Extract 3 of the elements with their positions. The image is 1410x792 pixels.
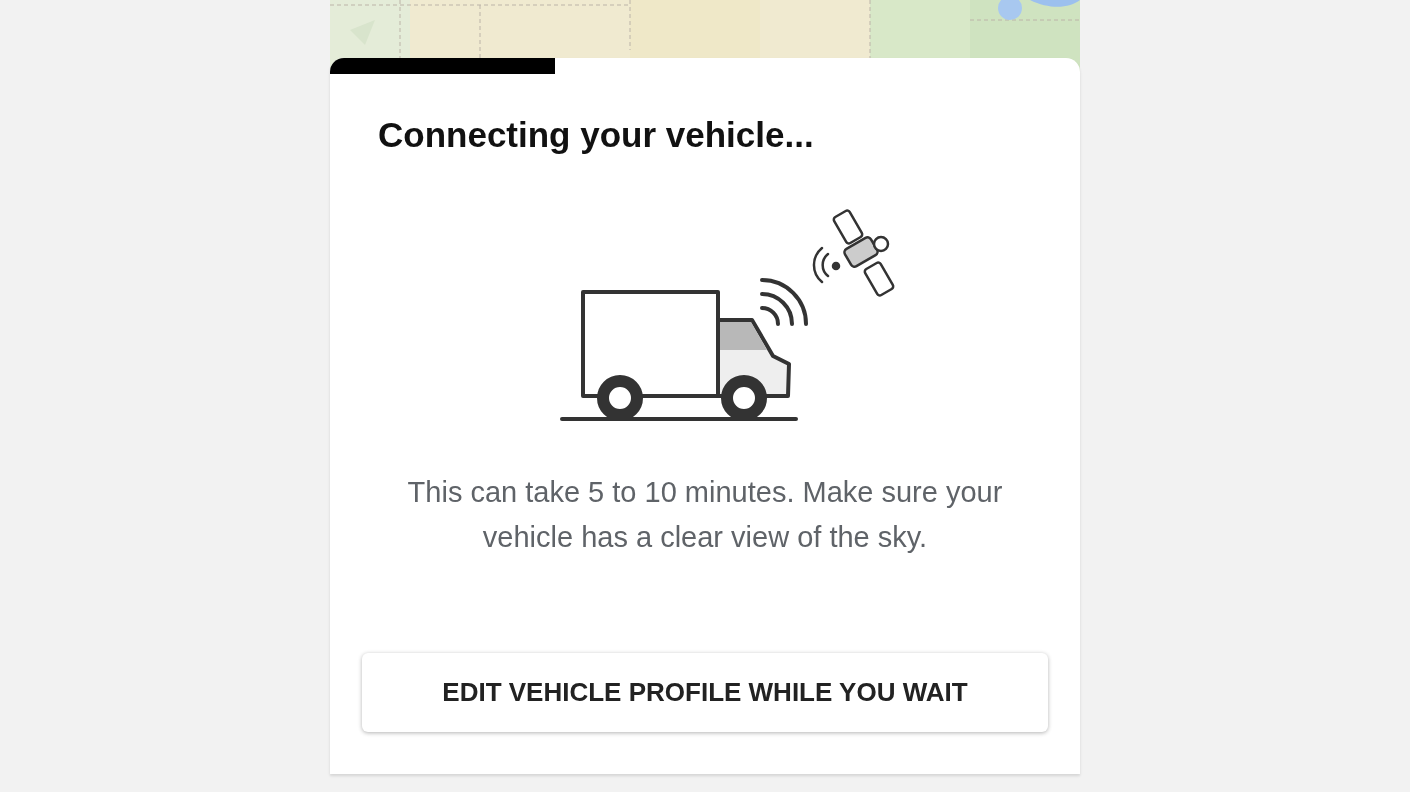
edit-profile-button[interactable]: EDIT VEHICLE PROFILE WHILE YOU WAIT bbox=[362, 653, 1048, 732]
sheet-title: Connecting your vehicle... bbox=[378, 114, 815, 156]
info-text: This can take 5 to 10 minutes. Make sure your vehicle has a clear view of the sky. bbox=[406, 475, 1004, 555]
